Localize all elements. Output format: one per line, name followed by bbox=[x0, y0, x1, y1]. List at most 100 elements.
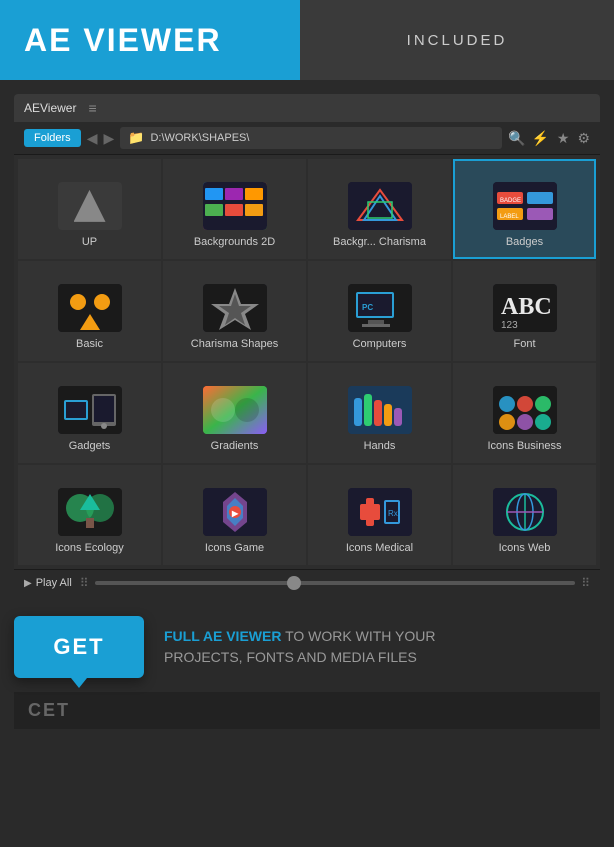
grid-item-label-gadgets: Gadgets bbox=[69, 440, 111, 453]
grid-item-computers[interactable]: PC Computers bbox=[308, 261, 451, 361]
thumb-hands bbox=[348, 386, 412, 434]
grid-item-iconsecology[interactable]: Icons Ecology bbox=[18, 465, 161, 565]
view-slider-track[interactable] bbox=[95, 581, 576, 585]
svg-text:PC: PC bbox=[362, 303, 373, 312]
bottom-section: GET FULL AE VIEWER TO WORK WITH YOUR PRO… bbox=[14, 616, 600, 678]
grid-item-label-iconsgame: Icons Game bbox=[205, 542, 264, 555]
header: AE VIEWER INCLUDED bbox=[0, 0, 614, 80]
thumb-badges: BADGE LABEL bbox=[493, 182, 557, 230]
thumb-iconsweb bbox=[493, 488, 557, 536]
grid-item-label-iconsecology: Icons Ecology bbox=[55, 542, 123, 555]
grid-item-iconsbusiness[interactable]: Icons Business bbox=[453, 363, 596, 463]
grid-item-label-badges: Badges bbox=[506, 236, 543, 249]
svg-text:BADGE: BADGE bbox=[500, 198, 521, 204]
grid-item-label-computers: Computers bbox=[353, 338, 407, 351]
grid-item-label-font: Font bbox=[513, 338, 535, 351]
thumb-gadgets bbox=[58, 386, 122, 434]
grid-item-iconsmedical[interactable]: Rx Icons Medical bbox=[308, 465, 451, 565]
thumb-backgrounds2d bbox=[203, 182, 267, 230]
thumb-svg-iconsmed: Rx bbox=[348, 488, 412, 536]
cet-label: CET bbox=[28, 700, 70, 721]
thumb-svg-bgcharisma bbox=[348, 182, 412, 230]
grid-item-backgrounds2d[interactable]: Backgrounds 2D bbox=[163, 159, 306, 259]
thumb-iconsecology bbox=[58, 488, 122, 536]
grid-item-label-bg2d: Backgrounds 2D bbox=[194, 236, 275, 249]
thumb-svg-iconsweb bbox=[493, 488, 557, 536]
view-slider-thumb[interactable] bbox=[287, 576, 301, 590]
svg-text:Rx: Rx bbox=[388, 509, 398, 518]
thumb-gradients bbox=[203, 386, 267, 434]
lightning-icon[interactable]: ⚡ bbox=[531, 130, 548, 147]
folders-button[interactable]: Folders bbox=[24, 129, 81, 147]
thumb-svg-iconsgame: ▶ bbox=[203, 488, 267, 536]
nav-path-bar: 📁 D:\WORK\SHAPES\ bbox=[120, 127, 502, 149]
bottom-description: FULL AE VIEWER TO WORK WITH YOUR PROJECT… bbox=[164, 626, 504, 668]
thumb-svg-font: ABC 123 bbox=[493, 284, 557, 332]
thumb-svg-gradients bbox=[203, 386, 267, 434]
nav-back-arrow[interactable]: ◀ bbox=[87, 130, 98, 147]
grid-item-iconsweb[interactable]: Icons Web bbox=[453, 465, 596, 565]
app-title: AE VIEWER bbox=[24, 22, 222, 59]
settings-icon[interactable]: ⚙ bbox=[577, 130, 590, 147]
nav-right-icons: ⚡ ★ ⚙ bbox=[531, 130, 590, 147]
nav-path-text: D:\WORK\SHAPES\ bbox=[150, 132, 249, 144]
bottom-highlight: FULL AE VIEWER bbox=[164, 628, 281, 644]
included-label: INCLUDED bbox=[407, 32, 508, 49]
thumb-svg-badges: BADGE LABEL bbox=[493, 182, 557, 230]
thumb-svg-iconeco bbox=[58, 488, 122, 536]
grid-item-label-iconsmedical: Icons Medical bbox=[346, 542, 413, 555]
grid-item-label-up: UP bbox=[82, 236, 97, 249]
svg-text:▶: ▶ bbox=[231, 509, 239, 518]
thumb-svg-charismashapes bbox=[203, 284, 267, 332]
grid-item-hands[interactable]: Hands bbox=[308, 363, 451, 463]
nav-bar: Folders ◀ ▶ 📁 D:\WORK\SHAPES\ 🔍 ⚡ ★ ⚙ bbox=[14, 122, 600, 155]
grid-item-label-bgcharisma: Backgr... Charisma bbox=[333, 236, 426, 249]
grid-item-charismashapes[interactable]: Charisma Shapes bbox=[163, 261, 306, 361]
thumb-iconsmedical: Rx bbox=[348, 488, 412, 536]
grid-item-badges[interactable]: BADGE LABEL Badges bbox=[453, 159, 596, 259]
folder-icon: 📁 bbox=[128, 130, 144, 146]
file-grid: UP Backgrounds 2D bbox=[14, 155, 600, 569]
thumb-svg-computers: PC bbox=[348, 284, 412, 332]
grid-item-label-gradients: Gradients bbox=[211, 440, 259, 453]
play-all-button[interactable]: ▶ Play All bbox=[24, 577, 72, 589]
toolbar: AEViewer ≡ bbox=[14, 94, 600, 122]
thumb-svg-iconsbiz bbox=[493, 386, 557, 434]
thumb-svg-basic bbox=[58, 284, 122, 332]
play-bar: ▶ Play All ⠿ ⠿ bbox=[14, 569, 600, 596]
play-all-label: Play All bbox=[36, 577, 72, 589]
svg-text:ABC: ABC bbox=[501, 294, 552, 320]
grid-item-gradients[interactable]: Gradients bbox=[163, 363, 306, 463]
grid-item-up[interactable]: UP bbox=[18, 159, 161, 259]
thumb-iconsbusiness bbox=[493, 386, 557, 434]
grid-item-basic[interactable]: Basic bbox=[18, 261, 161, 361]
grid-item-bgcharisma[interactable]: Backgr... Charisma bbox=[308, 159, 451, 259]
grid-item-label-iconsbusiness: Icons Business bbox=[488, 440, 562, 453]
star-icon[interactable]: ★ bbox=[557, 130, 570, 147]
thumb-iconsgame: ▶ bbox=[203, 488, 267, 536]
thumb-svg-hands bbox=[348, 386, 412, 434]
thumb-up bbox=[58, 182, 122, 230]
svg-text:LABEL: LABEL bbox=[500, 214, 519, 220]
thumb-svg-bg2d bbox=[203, 182, 267, 230]
cet-bar: CET bbox=[14, 692, 600, 729]
toolbar-menu-icon[interactable]: ≡ bbox=[88, 100, 96, 116]
grid-item-label-basic: Basic bbox=[76, 338, 103, 351]
svg-text:123: 123 bbox=[501, 320, 518, 331]
view-slider-container: ⠿ ⠿ bbox=[80, 576, 590, 590]
toolbar-app-label: AEViewer bbox=[24, 101, 76, 115]
grid-item-font[interactable]: ABC 123 Font bbox=[453, 261, 596, 361]
thumb-basic bbox=[58, 284, 122, 332]
header-right: INCLUDED bbox=[300, 0, 614, 80]
thumb-bgcharisma bbox=[348, 182, 412, 230]
search-icon[interactable]: 🔍 bbox=[508, 130, 525, 147]
main-panel: AEViewer ≡ Folders ◀ ▶ 📁 D:\WORK\SHAPES\… bbox=[14, 94, 600, 596]
nav-forward-arrow[interactable]: ▶ bbox=[103, 130, 114, 147]
grid-small-icon: ⠿ bbox=[80, 576, 89, 590]
play-triangle-icon: ▶ bbox=[24, 578, 32, 589]
header-left: AE VIEWER bbox=[0, 0, 300, 80]
get-button[interactable]: GET bbox=[14, 616, 144, 678]
grid-item-iconsgame[interactable]: ▶ Icons Game bbox=[163, 465, 306, 565]
thumb-computers: PC bbox=[348, 284, 412, 332]
grid-item-gadgets[interactable]: Gadgets bbox=[18, 363, 161, 463]
